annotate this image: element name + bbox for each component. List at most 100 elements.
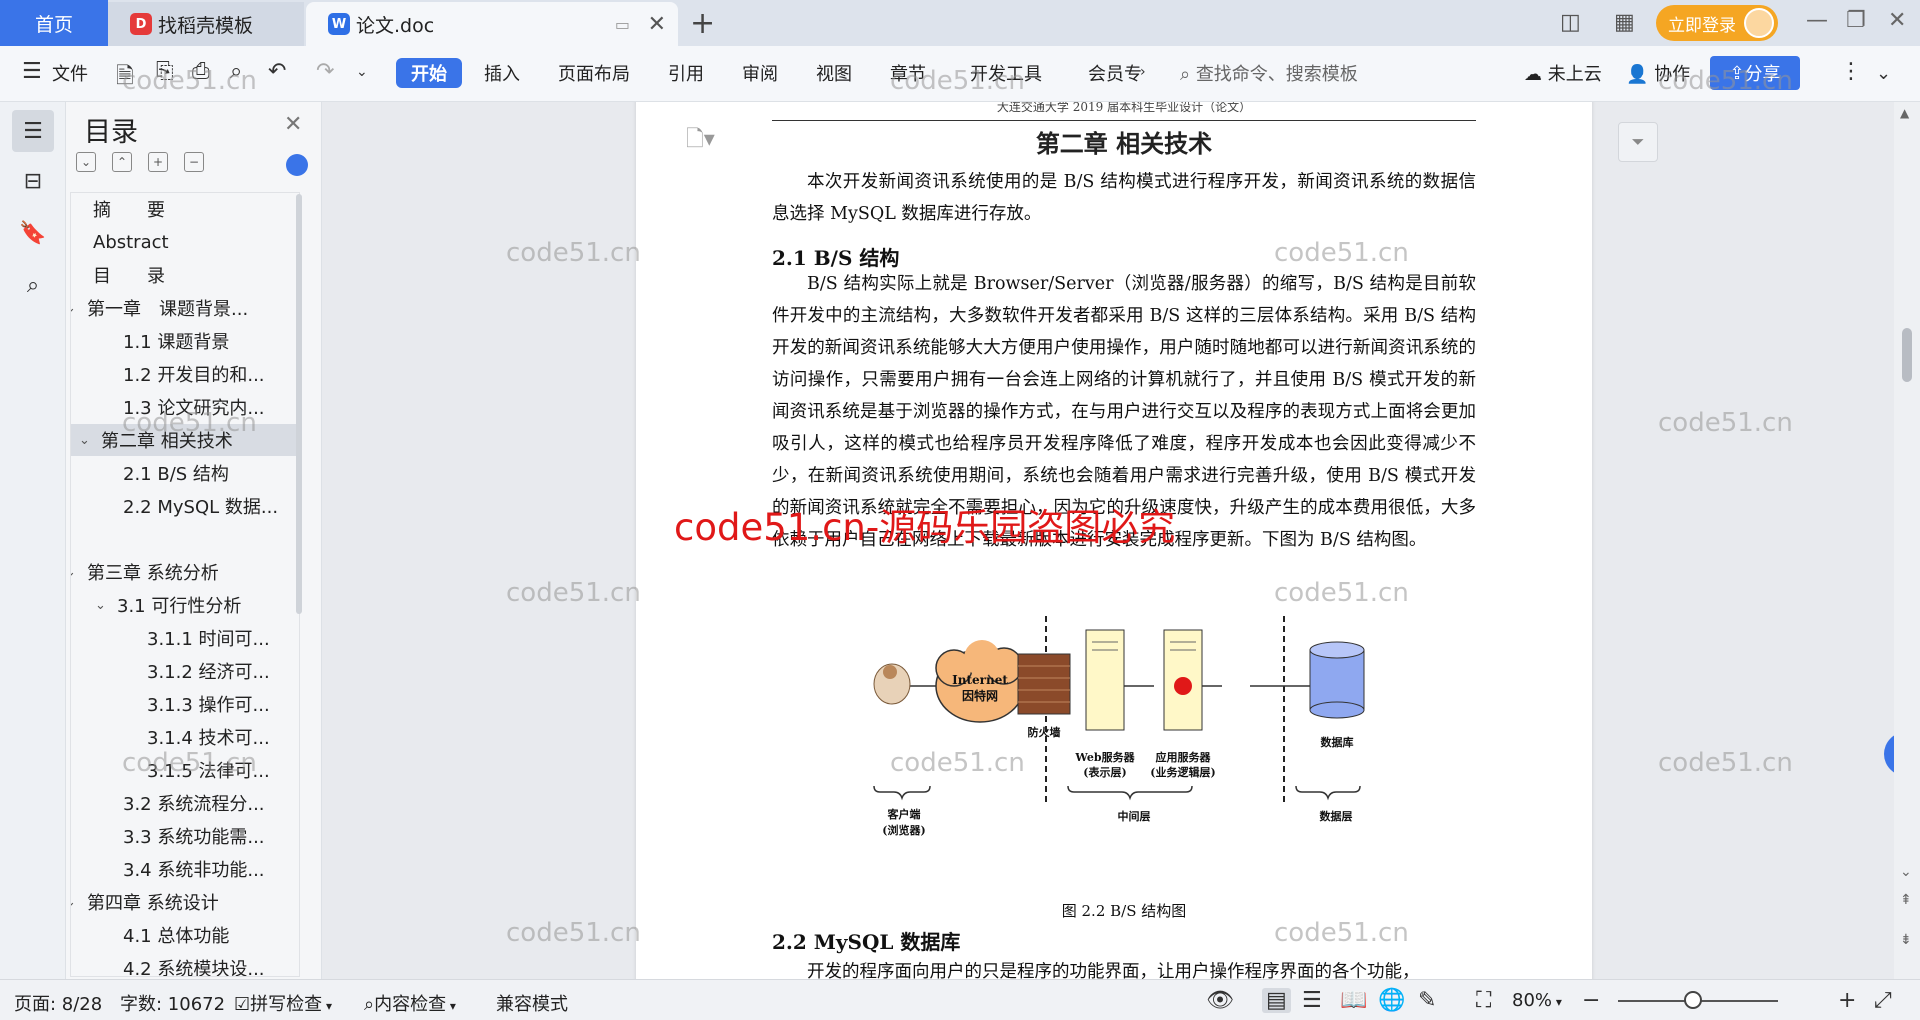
command-search[interactable]: ⌕ 查找命令、搜索模板 xyxy=(1180,60,1358,86)
tab-docer-templates[interactable]: D 找稻壳模板 xyxy=(108,2,304,46)
more-tabs-icon[interactable]: › xyxy=(1140,64,1146,80)
collapse-ribbon-icon[interactable]: ⌄ xyxy=(1876,63,1891,84)
spell-check-button[interactable]: ☑拼写检查 ▾ xyxy=(234,990,332,1016)
layout-icon[interactable]: ◫ xyxy=(1560,10,1581,35)
tab-document[interactable]: W 论文.doc ▭ ✕ xyxy=(306,2,678,46)
ai-assistant-icon[interactable] xyxy=(286,154,308,176)
avatar xyxy=(1744,8,1774,38)
toc-item[interactable]: 4.1 总体功能 xyxy=(123,919,229,951)
toc-item-label: 第一章 课题背景... xyxy=(87,299,249,320)
tab-home[interactable]: 首页 xyxy=(0,0,108,46)
toc-item[interactable]: 3.1.3 操作可... xyxy=(147,688,270,720)
bookmark-icon[interactable]: 🔖 xyxy=(12,212,54,254)
outline-icon[interactable]: ⊟ xyxy=(12,160,54,202)
search-icon[interactable]: ⌕ xyxy=(12,264,54,306)
minimize-icon[interactable]: — xyxy=(1806,8,1828,33)
toc-item[interactable]: 3.4 系统非功能... xyxy=(123,853,265,885)
remove-icon[interactable]: − xyxy=(184,152,204,172)
prev-page-icon[interactable]: ⇞ xyxy=(1900,892,1912,908)
undo-icon[interactable]: ↶ xyxy=(268,59,286,84)
chevron-down-icon[interactable]: ⌄ xyxy=(79,433,101,448)
monitor-icon[interactable]: ▭ xyxy=(615,15,630,34)
toc-item[interactable]: 3.1.2 经济可... xyxy=(147,655,270,687)
close-window-icon[interactable]: ✕ xyxy=(1888,8,1906,33)
add-icon[interactable]: + xyxy=(148,152,168,172)
fullscreen-icon[interactable]: ⤢ xyxy=(1874,988,1892,1013)
scroll-down-icon[interactable]: ⌄ xyxy=(1900,864,1912,880)
restore-icon[interactable]: ❐ xyxy=(1846,8,1866,33)
tab-view[interactable]: 视图 xyxy=(816,60,852,86)
content-check-button[interactable]: ⌕内容检查 ▾ xyxy=(364,990,456,1016)
word-count[interactable]: 字数: 10672 xyxy=(120,990,225,1016)
toc-icon[interactable]: ☰ xyxy=(12,110,54,152)
new-tab-button[interactable]: + xyxy=(690,6,715,41)
scroll-up-icon[interactable]: ▲ xyxy=(1900,106,1909,120)
tab-home-ribbon[interactable]: 开始 xyxy=(396,58,462,88)
zoom-level[interactable]: 80% ▾ xyxy=(1512,990,1562,1011)
expand-down-icon[interactable]: ⌄ xyxy=(76,152,96,172)
toc-item[interactable]: Abstract xyxy=(93,226,169,258)
chevron-down-icon[interactable]: ⌄ xyxy=(71,895,87,910)
chevron-down-icon[interactable]: ⌄ xyxy=(71,565,87,580)
expand-side-panel-icon[interactable]: ‹ xyxy=(1884,732,1894,776)
toc-item[interactable]: 3.2 系统流程分... xyxy=(123,787,265,819)
client-brace xyxy=(873,785,931,801)
toc-item[interactable]: ⌄ 3.1 可行性分析 xyxy=(87,589,241,621)
middle-layer-label: 中间层 xyxy=(1118,809,1151,823)
write-view-icon[interactable]: ✎ xyxy=(1418,988,1436,1013)
more-options-icon[interactable]: ⋮ xyxy=(1840,59,1862,84)
toc-item[interactable]: 2.1 B/S 结构 xyxy=(123,457,229,489)
zoom-slider-handle[interactable] xyxy=(1684,991,1702,1009)
tab-references[interactable]: 引用 xyxy=(668,60,704,86)
reading-view-icon[interactable]: 📖 xyxy=(1340,988,1367,1013)
page-options-icon[interactable]: 🗋▾ xyxy=(686,122,715,160)
quick-access-dropdown-icon[interactable]: ⌄ xyxy=(356,64,368,80)
left-nav-rail: ☰ ⊟ 🔖 ⌕ xyxy=(0,102,66,979)
redo-icon[interactable]: ↷ xyxy=(316,59,334,84)
cloud-icon: ☁ xyxy=(1524,64,1548,85)
toc-item[interactable]: 4.2 系统模块设... xyxy=(123,952,265,976)
close-icon[interactable]: ✕ xyxy=(284,112,302,137)
tab-insert[interactable]: 插入 xyxy=(484,60,520,86)
outline-view-icon[interactable]: ☰ xyxy=(1302,988,1322,1013)
cloud-status[interactable]: ☁ 未上云 xyxy=(1524,60,1602,86)
menu-icon[interactable]: ☰ xyxy=(22,59,42,84)
toc-item[interactable]: 3.3 系统功能需... xyxy=(123,820,265,852)
toc-item[interactable]: 1.2 开发目的和... xyxy=(123,358,265,390)
tab-review[interactable]: 审阅 xyxy=(742,60,778,86)
apps-grid-icon[interactable]: ▦ xyxy=(1614,10,1635,35)
toc-item[interactable]: 目 录 xyxy=(93,259,165,291)
search-icon: ⌕ xyxy=(364,994,375,1015)
tab-member[interactable]: 会员专 xyxy=(1088,60,1142,86)
eye-protection-icon[interactable]: 👁 xyxy=(1206,988,1234,1013)
login-button[interactable]: 立即登录 xyxy=(1656,5,1778,41)
fit-page-icon[interactable]: ⛶ xyxy=(1476,988,1491,1013)
scroll-thumb[interactable] xyxy=(1902,328,1912,382)
toc-item[interactable]: ⌄第四章 系统设计 xyxy=(71,886,219,918)
toc-item-label: 目 录 xyxy=(93,266,165,287)
web-view-icon[interactable]: 🌐 xyxy=(1378,988,1405,1013)
chevron-down-icon[interactable]: ⌄ xyxy=(95,598,117,613)
chevron-down-icon[interactable]: ⌄ xyxy=(71,301,87,316)
toc-item[interactable]: 3.1.1 时间可... xyxy=(147,622,270,654)
next-page-icon[interactable]: ⇟ xyxy=(1900,932,1912,948)
client-computer-icon xyxy=(873,663,911,705)
filter-icon[interactable]: ⏷ xyxy=(1618,122,1658,162)
toc-item[interactable]: ⌄第三章 系统分析 xyxy=(71,556,219,588)
toc-item[interactable]: 1.1 课题背景 xyxy=(123,325,229,357)
close-tab-icon[interactable]: ✕ xyxy=(648,12,666,37)
page-indicator[interactable]: 页面: 8/28 xyxy=(14,990,102,1016)
toc-item[interactable]: ⌄第一章 课题背景... xyxy=(71,292,249,324)
toc-item[interactable]: 摘 要 xyxy=(93,193,165,225)
page-view-icon[interactable]: ▤ xyxy=(1262,988,1291,1013)
toc-scrollbar[interactable] xyxy=(296,194,302,614)
watermark: code51.cn xyxy=(1658,66,1793,96)
toc-item-label: 第三章 系统分析 xyxy=(87,563,219,584)
zoom-out-icon[interactable]: − xyxy=(1582,988,1600,1013)
tab-page-layout[interactable]: 页面布局 xyxy=(558,60,630,86)
file-menu[interactable]: 文件 xyxy=(52,60,88,86)
vertical-scrollbar[interactable]: ▲ ⌄ ⇞ ⇟ xyxy=(1894,102,1920,979)
toc-item[interactable]: 2.2 MySQL 数据... xyxy=(123,490,278,522)
zoom-in-icon[interactable]: + xyxy=(1838,988,1856,1013)
collapse-up-icon[interactable]: ⌃ xyxy=(112,152,132,172)
